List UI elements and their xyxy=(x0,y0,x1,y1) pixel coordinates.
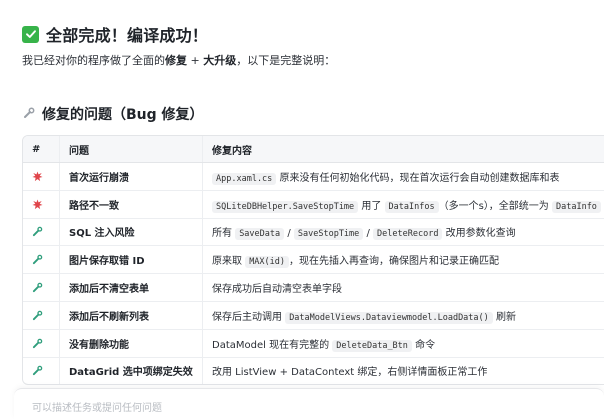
row-issue: 添加后不清空表单 xyxy=(60,274,203,302)
row-icon-cell xyxy=(23,246,60,274)
fix-text: 刷新 xyxy=(493,312,516,323)
fix-text: 改用 ListView + DataContext 绑定，右侧详情面板正常工作 xyxy=(212,367,487,378)
inline-code: SaveStopTime xyxy=(294,228,363,240)
fix-text: 保存成功后自动清空表单字段 xyxy=(212,284,342,295)
row-fix: DataModel 现在有完整的 DeleteData_Btn 命令 xyxy=(203,329,604,357)
check-mark-icon xyxy=(22,26,39,43)
table-row: DataGrid 选中项绑定失效改用 ListView + DataContex… xyxy=(23,357,604,385)
row-icon-cell xyxy=(23,301,60,329)
wrench-icon xyxy=(32,247,50,273)
row-icon-cell xyxy=(23,357,60,385)
inline-code: DeleteData_Btn xyxy=(332,340,412,352)
fix-text: / xyxy=(284,228,294,239)
fix-text: 改用参数化查询 xyxy=(442,228,515,239)
inline-code: DataInfo xyxy=(552,201,601,213)
intro-text: 我已经对你的程序做了全面的修复 + 大升级，以下是完整说明： xyxy=(22,52,335,68)
row-icon-cell xyxy=(23,274,60,302)
inline-code: DataInfos xyxy=(385,201,439,213)
wrench-icon xyxy=(32,358,50,384)
table-row: 添加后不刷新列表保存后主动调用 DataModelViews.Dataviewm… xyxy=(23,301,604,329)
fix-text: 保存后主动调用 xyxy=(212,312,285,323)
wrench-icon xyxy=(32,275,50,301)
table-row: 图片保存取错 ID原来取 MAX(id)，现在先插入再查询，确保图片和记录正确匹… xyxy=(23,246,604,274)
wrench-icon xyxy=(32,302,50,328)
inline-code: SQLiteDBHelper.SaveStopTime xyxy=(212,201,358,213)
fix-text: （多一个s），全部统一为 xyxy=(439,201,552,212)
table-row: 首次运行崩溃App.xaml.cs 原来没有任何初始化代码，现在首次运行会自动创… xyxy=(23,163,604,191)
burst-icon xyxy=(32,163,50,189)
wrench-icon xyxy=(32,330,50,356)
table-row: 没有删除功能DataModel 现在有完整的 DeleteData_Btn 命令 xyxy=(23,329,604,357)
inline-code: DataModelViews.Dataviewmodel.LoadData() xyxy=(285,312,493,324)
fix-text: 原来没有任何初始化代码，现在首次运行会自动创建数据库和表 xyxy=(276,173,559,184)
wrench-icon xyxy=(32,219,50,245)
section-heading: 修复的问题（Bug 修复） xyxy=(22,104,204,124)
row-icon-cell xyxy=(23,163,60,191)
table-row: 添加后不清空表单保存成功后自动清空表单字段 xyxy=(23,274,604,302)
intro-upgrade: 大升级 xyxy=(203,54,236,67)
section-title: 修复的问题（Bug 修复） xyxy=(42,104,204,124)
fix-text: DataModel 现在有完整的 xyxy=(212,340,332,351)
column-header-number: # xyxy=(23,136,60,163)
table-header-row: # 问题 修复内容 xyxy=(23,136,604,163)
burst-icon xyxy=(32,191,50,217)
row-fix: 改用 ListView + DataContext 绑定，右侧详情面板正常工作 xyxy=(203,357,604,385)
chat-input[interactable]: 可以描述任务或提问任何问题 xyxy=(14,388,604,419)
wrench-icon xyxy=(22,105,36,124)
fix-text: 原来取 xyxy=(212,256,245,267)
chat-input-placeholder: 可以描述任务或提问任何问题 xyxy=(32,399,162,414)
row-fix: 保存成功后自动清空表单字段 xyxy=(203,274,604,302)
row-icon-cell xyxy=(23,329,60,357)
fix-text: 用了 xyxy=(358,201,384,212)
row-fix: SQLiteDBHelper.SaveStopTime 用了 DataInfos… xyxy=(203,190,604,218)
intro-fix: 修复 xyxy=(165,54,187,67)
row-issue: 路径不一致 xyxy=(60,190,203,218)
completion-heading: 全部完成！编译成功！ xyxy=(22,22,208,46)
row-issue: DataGrid 选中项绑定失效 xyxy=(60,357,203,385)
fix-text: / xyxy=(363,228,373,239)
row-fix: 原来取 MAX(id)，现在先插入再查询，确保图片和记录正确匹配 xyxy=(203,246,604,274)
row-issue: 首次运行崩溃 xyxy=(60,163,203,191)
table-row: 路径不一致SQLiteDBHelper.SaveStopTime 用了 Data… xyxy=(23,190,604,218)
table-row: SQL 注入风险所有 SaveData / SaveStopTime / Del… xyxy=(23,218,604,246)
bug-fix-table: # 问题 修复内容 首次运行崩溃App.xaml.cs 原来没有任何初始化代码，… xyxy=(22,135,604,385)
row-fix: App.xaml.cs 原来没有任何初始化代码，现在首次运行会自动创建数据库和表 xyxy=(203,163,604,191)
fix-text: ，现在先插入再查询，确保图片和记录正确匹配 xyxy=(289,256,499,267)
inline-code: DeleteRecord xyxy=(373,228,442,240)
fix-text: 所有 xyxy=(212,228,235,239)
column-header-fix: 修复内容 xyxy=(203,136,604,163)
row-issue: SQL 注入风险 xyxy=(60,218,203,246)
fix-text: 命令 xyxy=(412,340,435,351)
row-issue: 添加后不刷新列表 xyxy=(60,301,203,329)
row-icon-cell xyxy=(23,190,60,218)
row-fix: 所有 SaveData / SaveStopTime / DeleteRecor… xyxy=(203,218,604,246)
row-icon-cell xyxy=(23,218,60,246)
inline-code: MAX(id) xyxy=(245,256,289,268)
row-issue: 图片保存取错 ID xyxy=(60,246,203,274)
inline-code: App.xaml.cs xyxy=(212,173,276,185)
row-issue: 没有删除功能 xyxy=(60,329,203,357)
row-fix: 保存后主动调用 DataModelViews.Dataviewmodel.Loa… xyxy=(203,301,604,329)
column-header-issue: 问题 xyxy=(60,136,203,163)
completion-title: 全部完成！编译成功！ xyxy=(46,22,208,46)
inline-code: SaveData xyxy=(235,228,284,240)
